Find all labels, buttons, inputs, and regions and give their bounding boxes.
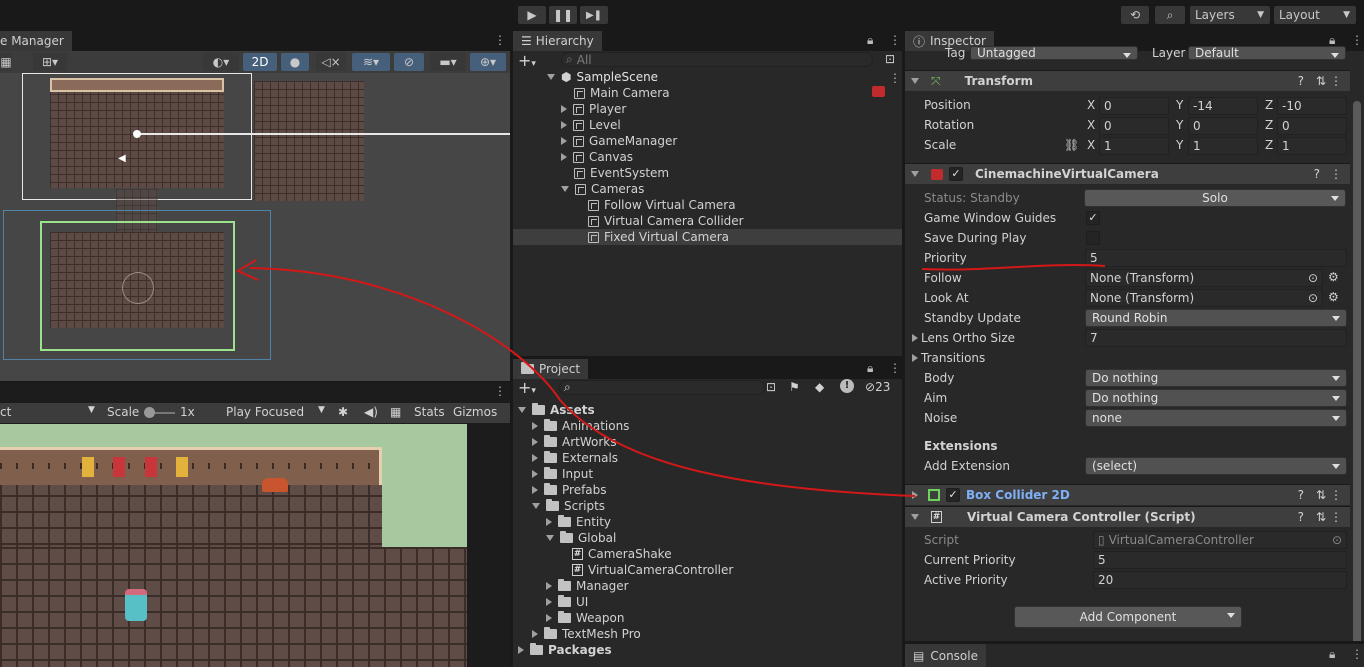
arrow-annotation [249, 267, 916, 497]
priority-underline-annotation [921, 264, 1106, 271]
arrowhead-annotation [235, 259, 259, 281]
annotation-overlay [235, 259, 1106, 497]
